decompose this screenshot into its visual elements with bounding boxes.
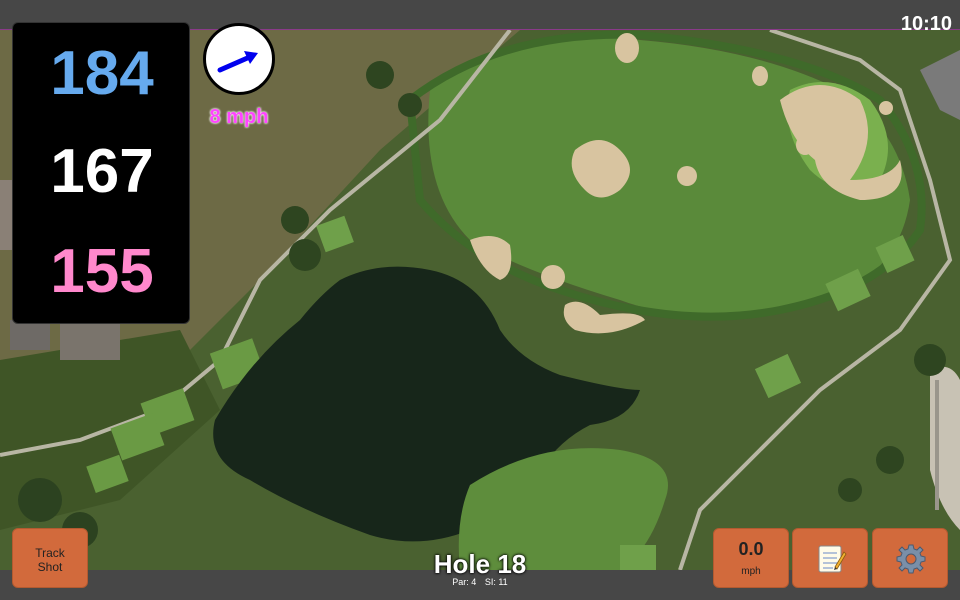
- distance-panel: 184 167 155: [12, 22, 190, 324]
- front-distance: 155: [50, 237, 154, 306]
- par-label: Par: 4: [452, 577, 477, 587]
- wind-speed-label: 8 mph: [209, 106, 269, 128]
- hole-info: Par: 4 SI: 11: [380, 577, 580, 588]
- wind-arrow-icon: [217, 51, 258, 73]
- middle-distance: 167: [50, 137, 154, 206]
- speed-button[interactable]: 0.0 mph: [713, 528, 789, 588]
- gear-icon: [896, 544, 926, 574]
- notes-button[interactable]: [792, 528, 868, 588]
- back-distance: 184: [50, 39, 154, 108]
- speed-value: 0.0: [738, 539, 764, 559]
- track-shot-button[interactable]: Track Shot: [12, 528, 88, 588]
- wind-indicator: [203, 23, 275, 95]
- speed-unit: mph: [741, 566, 761, 577]
- track-shot-label-line1: Track: [35, 546, 65, 560]
- settings-button[interactable]: [872, 528, 948, 588]
- notepad-icon: [818, 545, 847, 573]
- track-shot-label-line2: Shot: [37, 560, 63, 574]
- stroke-index-label: SI: 11: [484, 577, 508, 587]
- hole-title: Hole 18: [433, 549, 527, 579]
